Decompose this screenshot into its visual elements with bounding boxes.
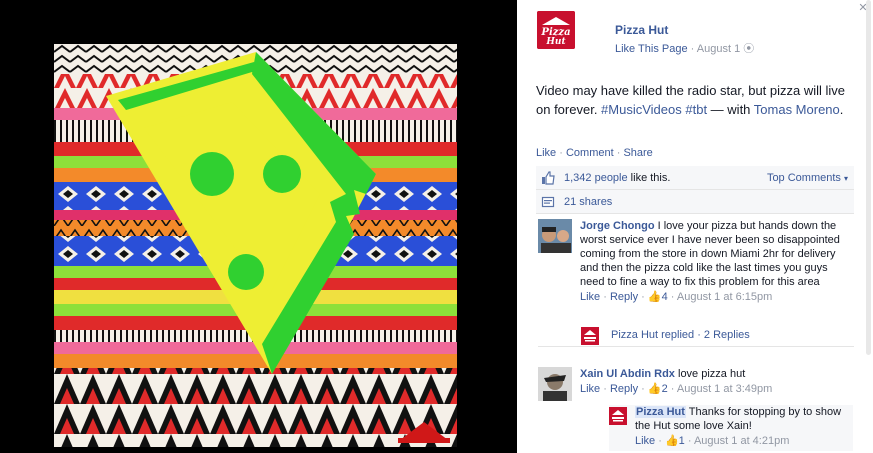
ufi-summary: 1,342 people like this. Top Comments ▾ 2…	[536, 166, 854, 214]
thumbs-up-icon: 👍	[647, 291, 662, 303]
post-photo[interactable]	[54, 44, 457, 447]
thumbs-up-icon	[542, 171, 555, 185]
comment-meta: Like · Reply · 👍2 · August 1 at 3:49pm	[580, 383, 773, 395]
pizza-hut-logo-icon[interactable]	[609, 407, 627, 425]
comment-reply-button[interactable]: Reply	[610, 383, 638, 395]
like-page-link[interactable]: Like This Page	[615, 43, 688, 55]
likes-suffix: like this.	[627, 172, 671, 184]
comment-time[interactable]: August 1 at 3:49pm	[677, 383, 772, 395]
comment-body: Jorge Chongo I love your pizza but hands…	[580, 219, 854, 304]
comment-author[interactable]: Xain Ul Abdin Rdx	[580, 368, 675, 380]
likes-summary: 1,342 people like this.	[564, 172, 670, 184]
comment-meta: Like · Reply · 👍4 · August 1 at 6:15pm	[580, 291, 773, 303]
comment-likes-count: 2	[661, 383, 668, 395]
share-button[interactable]: Share	[623, 147, 652, 159]
svg-text:Hut: Hut	[545, 37, 566, 47]
comment-author[interactable]: Jorge Chongo	[580, 220, 655, 232]
comment-reply-button[interactable]: Reply	[610, 291, 638, 303]
reply-likes[interactable]: 👍1	[665, 435, 685, 447]
comment-button[interactable]: Comment	[566, 147, 614, 159]
hashtag-link[interactable]: #MusicVideos	[601, 102, 682, 117]
comment: Xain Ul Abdin Rdx love pizza hut Like · …	[538, 367, 854, 401]
likes-count-link[interactable]: 1,342 people	[564, 172, 628, 184]
comment-likes[interactable]: 👍2	[648, 383, 668, 395]
reply-author[interactable]: Pizza Hut	[635, 406, 686, 418]
comment-like-button[interactable]: Like	[580, 383, 600, 395]
thumbs-up-icon: 👍	[664, 435, 679, 447]
avatar[interactable]	[538, 367, 572, 401]
hashtag-link[interactable]: #tbt	[685, 102, 707, 117]
comment: Jorge Chongo I love your pizza but hands…	[538, 219, 854, 347]
comment-time[interactable]: August 1 at 6:15pm	[677, 291, 772, 303]
sep: ·	[613, 147, 624, 159]
post-period: .	[839, 102, 844, 117]
reply-like-button[interactable]: Like	[635, 435, 655, 447]
sep: ·	[556, 147, 566, 159]
caret-down-icon: ▾	[843, 174, 848, 183]
reply-body: Pizza Hut Thanks for stopping by to show…	[635, 405, 853, 448]
comment-like-button[interactable]: Like	[580, 291, 600, 303]
comment-body: Xain Ul Abdin Rdx love pizza hut Like · …	[580, 367, 854, 396]
like-button[interactable]: Like	[536, 147, 556, 159]
thumbs-up-icon: 👍	[647, 383, 662, 395]
comment-likes-count: 4	[661, 291, 668, 303]
page-avatar[interactable]: Pizza Hut	[537, 11, 575, 49]
avatar[interactable]	[538, 219, 572, 253]
comment-text: love pizza hut	[674, 368, 746, 380]
page-name[interactable]: Pizza Hut	[615, 23, 668, 37]
reply-meta: Like · 👍1 · August 1 at 4:21pm	[635, 435, 790, 447]
tagged-user-link[interactable]: Tomas Moreno	[754, 102, 840, 117]
top-comments-dropdown[interactable]: Top Comments ▾	[767, 172, 848, 184]
shares-row: 21 shares	[536, 190, 854, 214]
post-side-panel: ✕ Pizza Hut Pizza Hut Like This Page · A…	[517, 0, 873, 453]
replied-row[interactable]: Pizza Hut replied · 2 Replies	[581, 326, 854, 348]
photo-viewer	[0, 0, 517, 453]
post-meta: Like This Page · August 1 ⦿	[615, 40, 754, 56]
replied-link: Pizza Hut replied · 2 Replies	[611, 329, 750, 341]
comment-reply: Pizza Hut Thanks for stopping by to show…	[609, 405, 853, 451]
pizza-hut-logo-icon	[581, 327, 599, 345]
scrollbar[interactable]	[866, 0, 871, 453]
likes-row: 1,342 people like this. Top Comments ▾	[536, 166, 854, 190]
top-comments-label: Top Comments	[766, 172, 841, 184]
reply-time[interactable]: August 1 at 4:21pm	[694, 435, 789, 447]
comment-likes[interactable]: 👍4	[648, 291, 668, 303]
post-actions: Like · Comment · Share	[536, 147, 653, 159]
with-text: — with	[707, 102, 754, 117]
reply-likes-count: 1	[678, 435, 685, 447]
post-text: Video may have killed the radio star, bu…	[536, 81, 856, 119]
share-icon	[541, 196, 555, 208]
shares-link[interactable]: 21 shares	[564, 196, 612, 208]
post-date[interactable]: August 1	[697, 43, 740, 55]
scrollbar-track	[866, 0, 871, 355]
globe-icon: ⦿	[743, 43, 755, 55]
